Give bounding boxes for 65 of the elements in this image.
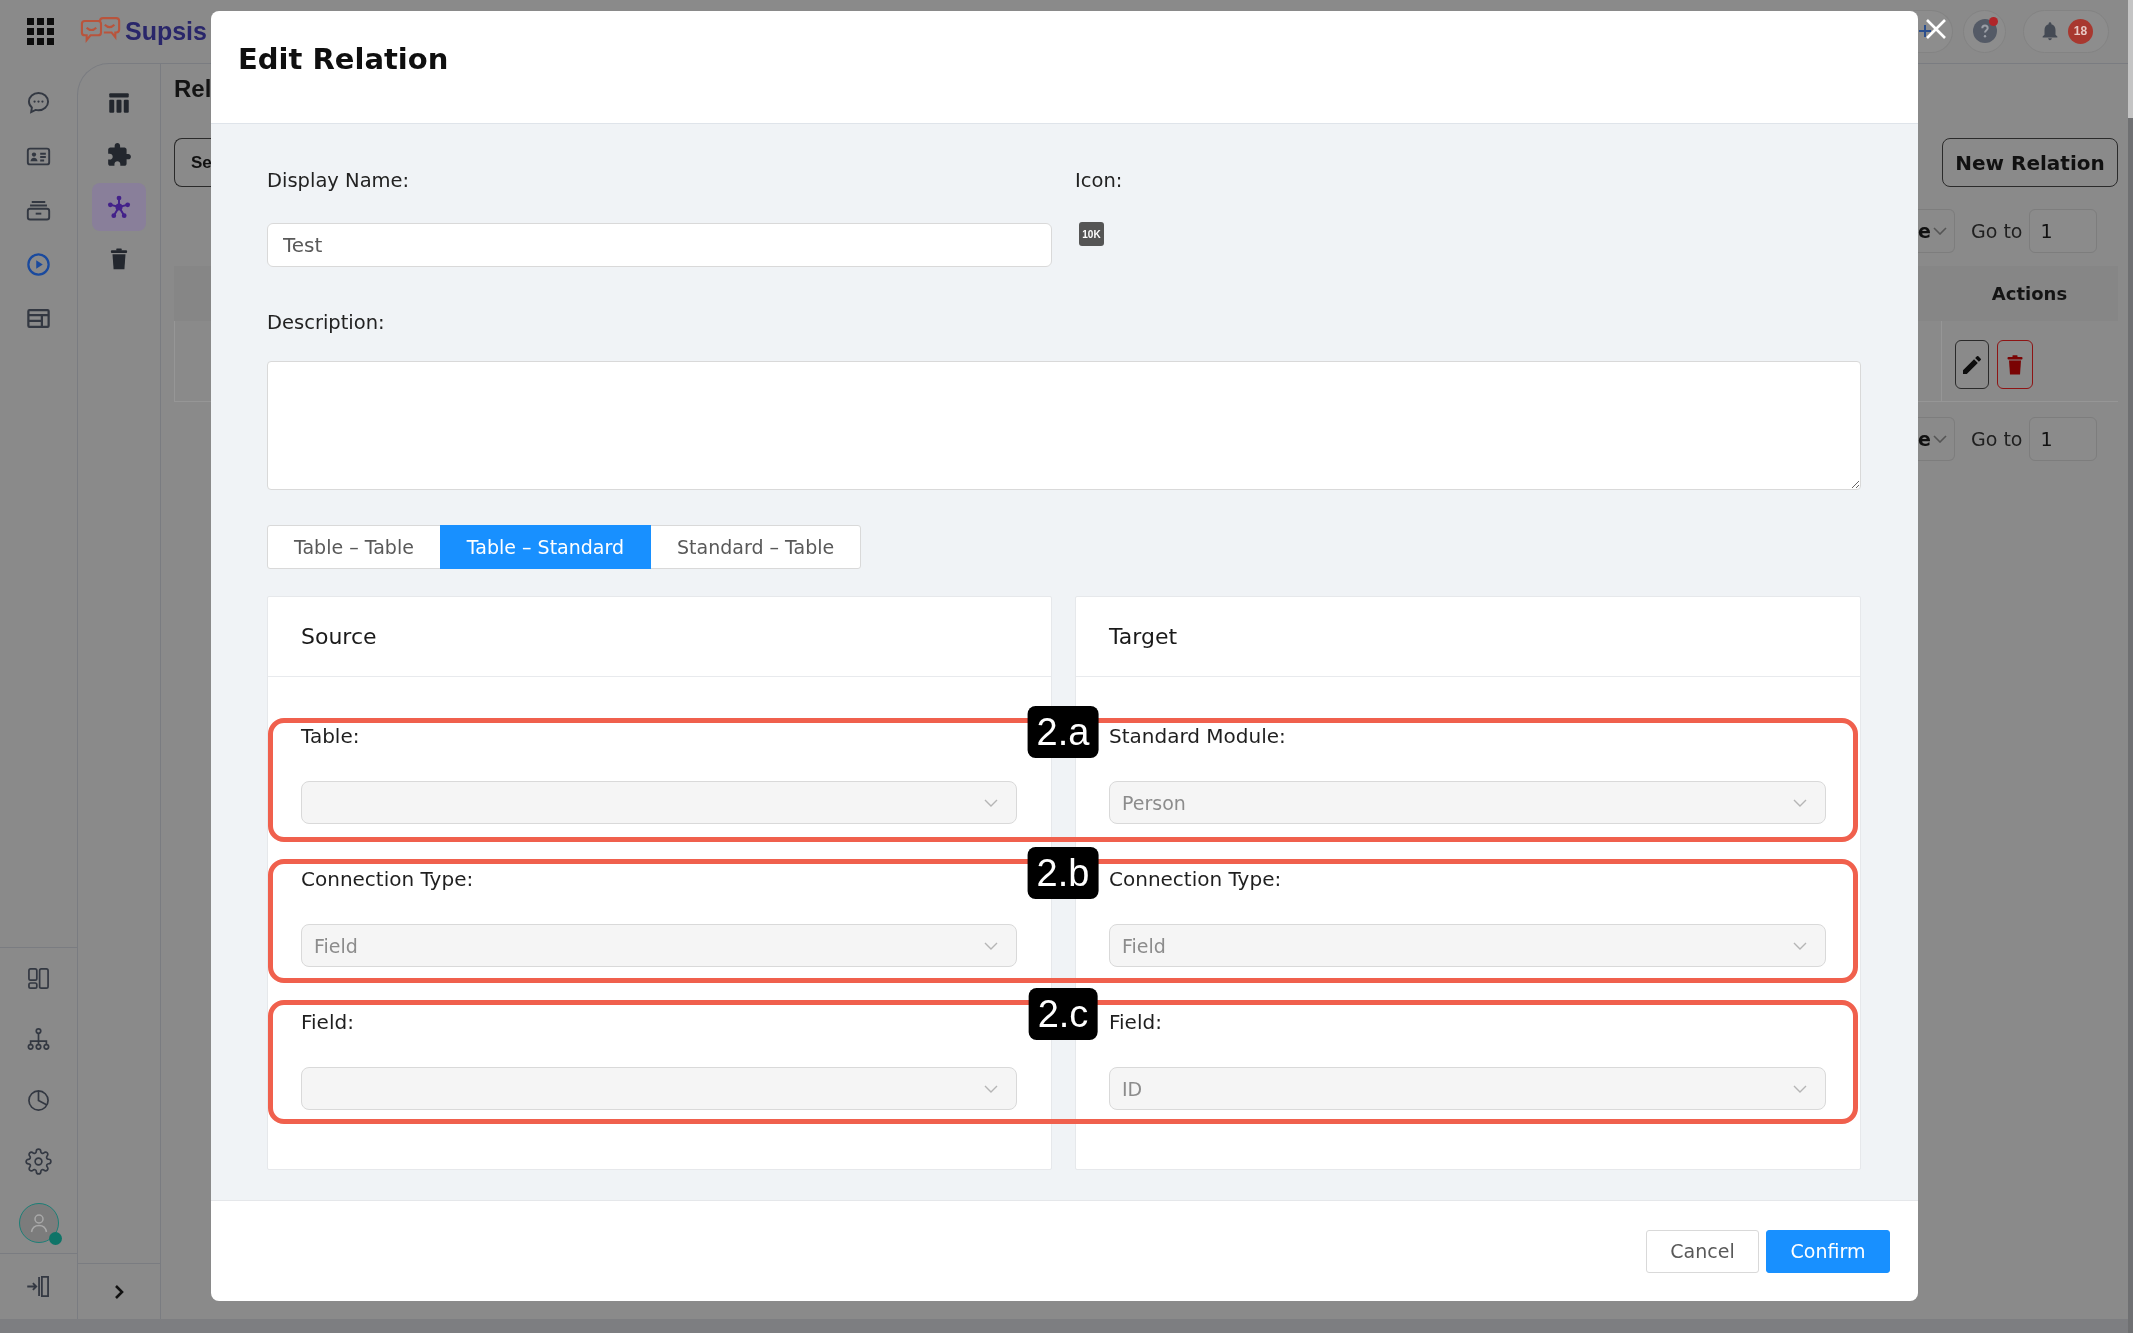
table-header xyxy=(174,266,211,321)
chevron-down-icon xyxy=(1932,435,1947,443)
field-label: Table: xyxy=(301,724,360,748)
step-label: 2.c xyxy=(1028,988,1098,1040)
help-button[interactable] xyxy=(1963,9,2006,53)
logo-text: Supsis xyxy=(125,16,207,46)
scrollbar-thumb[interactable] xyxy=(2128,0,2133,118)
step-label: 2.b xyxy=(1027,847,1099,899)
org-tree-icon[interactable] xyxy=(25,1026,52,1053)
plus-icon xyxy=(1919,25,1931,37)
chevron-down-icon xyxy=(1793,1084,1807,1093)
field-label: Standard Module: xyxy=(1109,724,1286,748)
network-nodes-icon xyxy=(106,194,132,220)
chevron-down-icon xyxy=(1932,227,1947,235)
field-label: Field: xyxy=(1109,1010,1162,1034)
dashboard-icon[interactable] xyxy=(25,965,52,992)
settings-icon[interactable] xyxy=(25,1148,52,1175)
tab[interactable]: Standard – Table xyxy=(650,525,862,569)
help-icon xyxy=(1972,19,1997,43)
person-icon xyxy=(28,1212,49,1233)
panel-title: Target xyxy=(1109,624,1178,649)
field-label: Icon: xyxy=(1075,169,1123,193)
scrollbar[interactable] xyxy=(2128,0,2133,1333)
field-label: Field: xyxy=(301,1010,354,1034)
goto-label: Go to xyxy=(1971,220,2023,242)
tab[interactable]: Table – Standard xyxy=(439,525,651,569)
goto-label: Go to xyxy=(1971,428,2023,450)
pie-chart-icon[interactable] xyxy=(25,1087,52,1114)
field-label: Connection Type: xyxy=(301,867,474,891)
field-label: Display Name: xyxy=(267,169,410,193)
edit-button[interactable] xyxy=(1955,340,1989,389)
chevron-right-icon[interactable] xyxy=(114,1283,124,1300)
nav-item[interactable] xyxy=(92,183,146,231)
field-label: Connection Type: xyxy=(1109,867,1282,891)
close-icon xyxy=(1925,18,1947,40)
app-grid-icon[interactable] xyxy=(27,17,54,45)
chevron-down-icon xyxy=(984,941,998,950)
close-button[interactable] xyxy=(1925,17,1949,41)
table-icon xyxy=(106,90,132,116)
chevron-down-icon xyxy=(1793,941,1807,950)
chevron-down-icon xyxy=(1793,798,1807,807)
cancel-button[interactable]: Cancel xyxy=(1646,1229,1759,1273)
puzzle-piece-icon xyxy=(106,142,132,168)
delete-button[interactable] xyxy=(1997,340,2033,389)
page-input[interactable]: 1 xyxy=(2029,209,2098,253)
step-label: 2.a xyxy=(1027,706,1099,758)
icon-picker[interactable]: 10K xyxy=(1079,222,1104,246)
panel-title: Source xyxy=(301,624,377,649)
tab[interactable]: Table – Table xyxy=(267,525,441,569)
confirm-button[interactable]: Confirm xyxy=(1766,1229,1890,1273)
play-circle-icon[interactable] xyxy=(25,250,52,278)
notification-count: 18 xyxy=(2068,18,2093,44)
field-label: Description: xyxy=(267,311,385,335)
column-header: Actions xyxy=(1990,283,2069,304)
page-input[interactable]: 1 xyxy=(2029,417,2098,461)
horizontal-scrollbar[interactable] xyxy=(0,1319,2128,1333)
chevron-down-icon xyxy=(984,1084,998,1093)
page-title: Rel xyxy=(174,75,211,104)
arrow-door-icon[interactable] xyxy=(25,1273,52,1300)
description-field[interactable] xyxy=(267,361,1861,490)
notifications-button[interactable]: 18 xyxy=(2023,9,2109,53)
chevron-down-icon xyxy=(984,798,998,807)
new-relation-button[interactable]: New Relation xyxy=(1942,138,2118,187)
display-name-input[interactable]: Test xyxy=(267,223,1052,267)
dialog-title: Edit Relation xyxy=(238,42,449,76)
